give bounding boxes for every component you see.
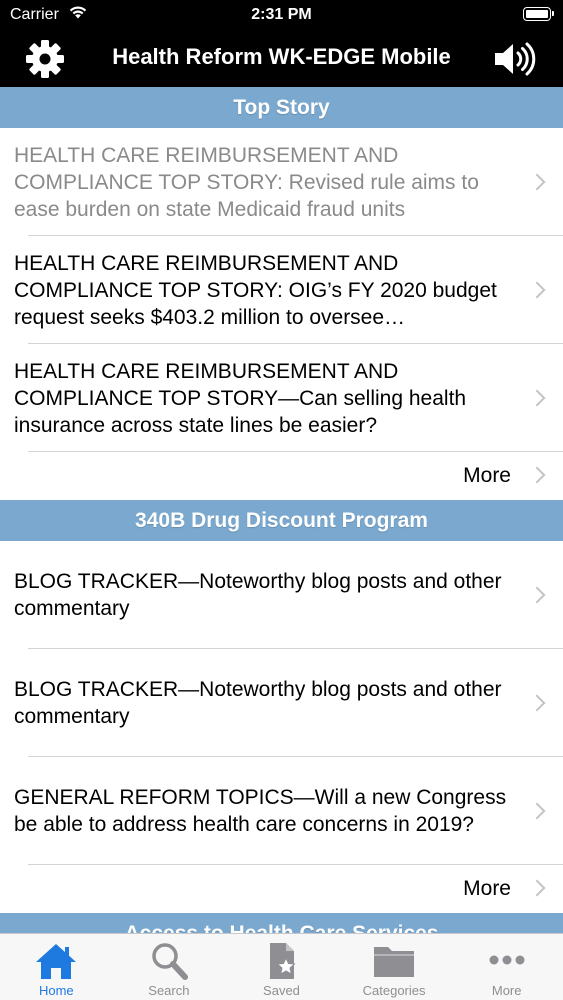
chevron-right-icon xyxy=(528,694,546,712)
story-row[interactable]: HEALTH CARE REIMBURSEMENT AND COMPLIANCE… xyxy=(0,344,563,452)
chevron-right-icon xyxy=(528,173,546,191)
more-link[interactable]: More xyxy=(0,452,563,500)
page-title: Health Reform WK-EDGE Mobile xyxy=(112,44,451,69)
tab-label: Home xyxy=(38,983,74,998)
tab-home[interactable]: Home xyxy=(0,934,113,1000)
story-title: BLOG TRACKER—Noteworthy blog posts and o… xyxy=(14,570,502,620)
story-title: HEALTH CARE REIMBURSEMENT AND COMPLIANCE… xyxy=(14,359,467,437)
speaker-icon[interactable] xyxy=(493,40,537,78)
chevron-right-icon xyxy=(528,879,546,897)
chevron-right-icon xyxy=(528,466,546,484)
status-bar: Carrier 2:31 PM xyxy=(0,0,563,30)
story-title: HEALTH CARE REIMBURSEMENT AND COMPLIANCE… xyxy=(14,143,479,221)
story-row[interactable]: BLOG TRACKER—Noteworthy blog posts and o… xyxy=(0,649,563,757)
tab-search[interactable]: Search xyxy=(113,934,226,1000)
tab-label: Saved xyxy=(263,983,300,998)
tab-more[interactable]: More xyxy=(450,934,563,1000)
story-row[interactable]: HEALTH CARE REIMBURSEMENT AND COMPLIANCE… xyxy=(0,128,563,236)
story-title: BLOG TRACKER—Noteworthy blog posts and o… xyxy=(14,678,502,728)
section-header: 340B Drug Discount Program xyxy=(0,500,563,541)
story-title: GENERAL REFORM TOPICS—Will a new Congres… xyxy=(14,786,507,836)
story-title: HEALTH CARE REIMBURSEMENT AND COMPLIANCE… xyxy=(14,251,497,329)
search-icon xyxy=(152,943,188,980)
story-row[interactable]: BLOG TRACKER—Noteworthy blog posts and o… xyxy=(0,541,563,649)
chevron-right-icon xyxy=(528,586,546,604)
nav-bar: Health Reform WK-EDGE Mobile xyxy=(0,30,563,87)
home-icon xyxy=(36,944,77,979)
chevron-right-icon xyxy=(528,281,546,299)
story-row[interactable]: HEALTH CARE REIMBURSEMENT AND COMPLIANCE… xyxy=(0,236,563,344)
section-header: Access to Health Care Services xyxy=(0,913,563,933)
tab-label: Categories xyxy=(362,983,426,998)
story-list[interactable]: Top Story HEALTH CARE REIMBURSEMENT AND … xyxy=(0,87,563,933)
folder-icon xyxy=(374,947,415,977)
chevron-right-icon xyxy=(528,802,546,820)
tab-saved[interactable]: Saved xyxy=(225,934,338,1000)
tab-categories[interactable]: Categories xyxy=(338,934,451,1000)
section-header: Top Story xyxy=(0,87,563,128)
status-time: 2:31 PM xyxy=(251,6,312,23)
more-label: More xyxy=(463,464,511,487)
more-icon xyxy=(489,955,525,965)
saved-icon xyxy=(270,943,297,979)
tab-bar: Home Search Saved Categories More xyxy=(0,933,563,1000)
story-row[interactable]: GENERAL REFORM TOPICS—Will a new Congres… xyxy=(0,757,563,865)
tab-label: More xyxy=(491,983,522,998)
more-link[interactable]: More xyxy=(0,865,563,913)
battery-icon xyxy=(523,7,554,21)
tab-label: Search xyxy=(148,983,190,998)
more-label: More xyxy=(463,877,511,900)
chevron-right-icon xyxy=(528,389,546,407)
